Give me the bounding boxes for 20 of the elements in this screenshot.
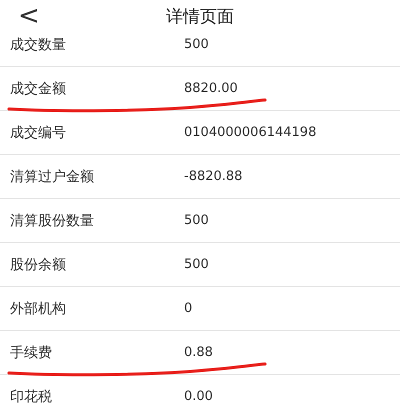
field-label: 清算过户金额: [9, 168, 95, 186]
field-label: 股份余额: [9, 256, 67, 274]
field-value: 0: [184, 301, 192, 316]
field-value: 500: [184, 257, 209, 272]
page-title: 详情页面: [166, 6, 234, 28]
field-label: 印花税: [9, 388, 53, 406]
field-label: 成交编号: [9, 124, 67, 142]
field-value: 0.00: [184, 389, 213, 404]
back-button[interactable]: <: [14, 2, 44, 30]
field-value: 0.88: [184, 345, 213, 360]
field-value: 0104000006144198: [184, 125, 316, 140]
field-label: 手续费: [9, 344, 53, 362]
field-value: 8820.00: [184, 81, 238, 96]
field-label: 清算股份数量: [9, 212, 95, 230]
field-value: -8820.88: [184, 169, 242, 184]
field-label: 外部机构: [9, 300, 67, 318]
field-value: 500: [184, 37, 209, 52]
field-value: 500: [184, 213, 209, 228]
field-label: 成交金额: [9, 80, 67, 98]
field-label: 成交数量: [9, 36, 67, 54]
